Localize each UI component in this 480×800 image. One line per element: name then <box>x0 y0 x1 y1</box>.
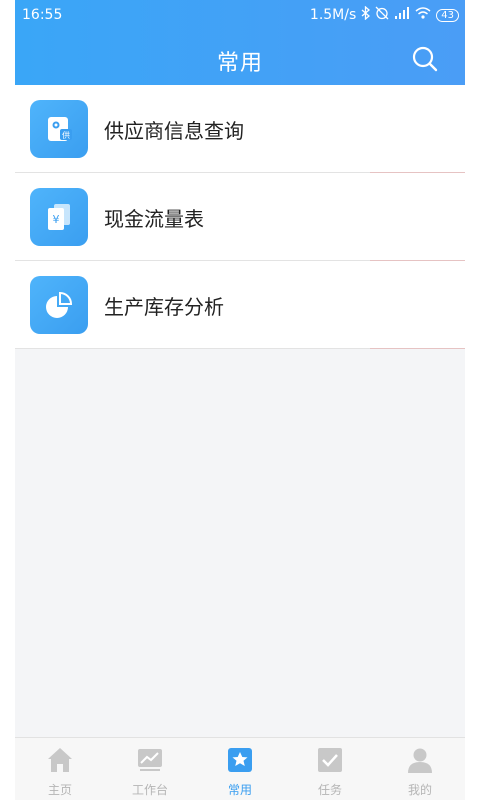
tab-label: 任务 <box>317 783 342 797</box>
tab-tasks[interactable]: 任务 <box>285 738 375 800</box>
user-icon <box>408 748 432 773</box>
home-icon <box>48 748 72 772</box>
search-icon <box>412 46 438 72</box>
dashboard-icon <box>138 749 162 771</box>
tab-label: 我的 <box>407 783 432 797</box>
tab-home[interactable]: 主页 <box>15 738 105 800</box>
signal-icon <box>394 7 410 23</box>
item-label: 供应商信息查询 <box>104 119 244 143</box>
shortcut-list: 供 供应商信息查询 ¥ 现金流量表 生产库存分析 <box>15 85 465 349</box>
battery-indicator: 43 <box>436 8 459 22</box>
status-indicators: 1.5M/s 43 <box>309 5 459 24</box>
list-item-inventory-analysis[interactable]: 生产库存分析 <box>15 261 465 349</box>
alarm-off-icon <box>375 6 389 24</box>
status-bar: 16:55 1.5M/s 43 <box>15 0 465 30</box>
tab-label: 工作台 <box>131 783 168 797</box>
supplier-icon: 供 <box>30 100 88 158</box>
tab-label: 常用 <box>227 783 252 797</box>
search-button[interactable] <box>411 45 439 73</box>
pie-chart-icon <box>30 276 88 334</box>
network-speed: 1.5M/s <box>309 7 357 23</box>
bottom-tab-bar: 主页 工作台 常用 任务 我的 <box>15 737 465 800</box>
tab-workbench[interactable]: 工作台 <box>105 738 195 800</box>
wifi-icon <box>415 7 431 23</box>
star-icon <box>228 748 252 772</box>
list-item-cash-flow[interactable]: ¥ 现金流量表 <box>15 173 465 261</box>
svg-text:供: 供 <box>62 130 70 140</box>
page-title: 常用 <box>216 51 263 76</box>
cash-flow-icon: ¥ <box>30 188 88 246</box>
item-label: 生产库存分析 <box>104 295 224 319</box>
title-row: 常用 <box>15 30 465 85</box>
checkbox-icon <box>318 748 342 772</box>
header: 16:55 1.5M/s 43 常用 <box>15 0 465 85</box>
tab-profile[interactable]: 我的 <box>375 738 465 800</box>
list-item-supplier-query[interactable]: 供 供应商信息查询 <box>15 85 465 173</box>
app-screen: 16:55 1.5M/s 43 常用 供 供应商信息查询 ¥ 现金流量表 生产库… <box>15 0 465 800</box>
tab-favorites[interactable]: 常用 <box>195 738 285 800</box>
tab-label: 主页 <box>47 783 72 797</box>
item-label: 现金流量表 <box>104 207 204 231</box>
bluetooth-icon <box>361 5 371 24</box>
svg-text:¥: ¥ <box>53 213 60 226</box>
status-time: 16:55 <box>22 7 63 23</box>
